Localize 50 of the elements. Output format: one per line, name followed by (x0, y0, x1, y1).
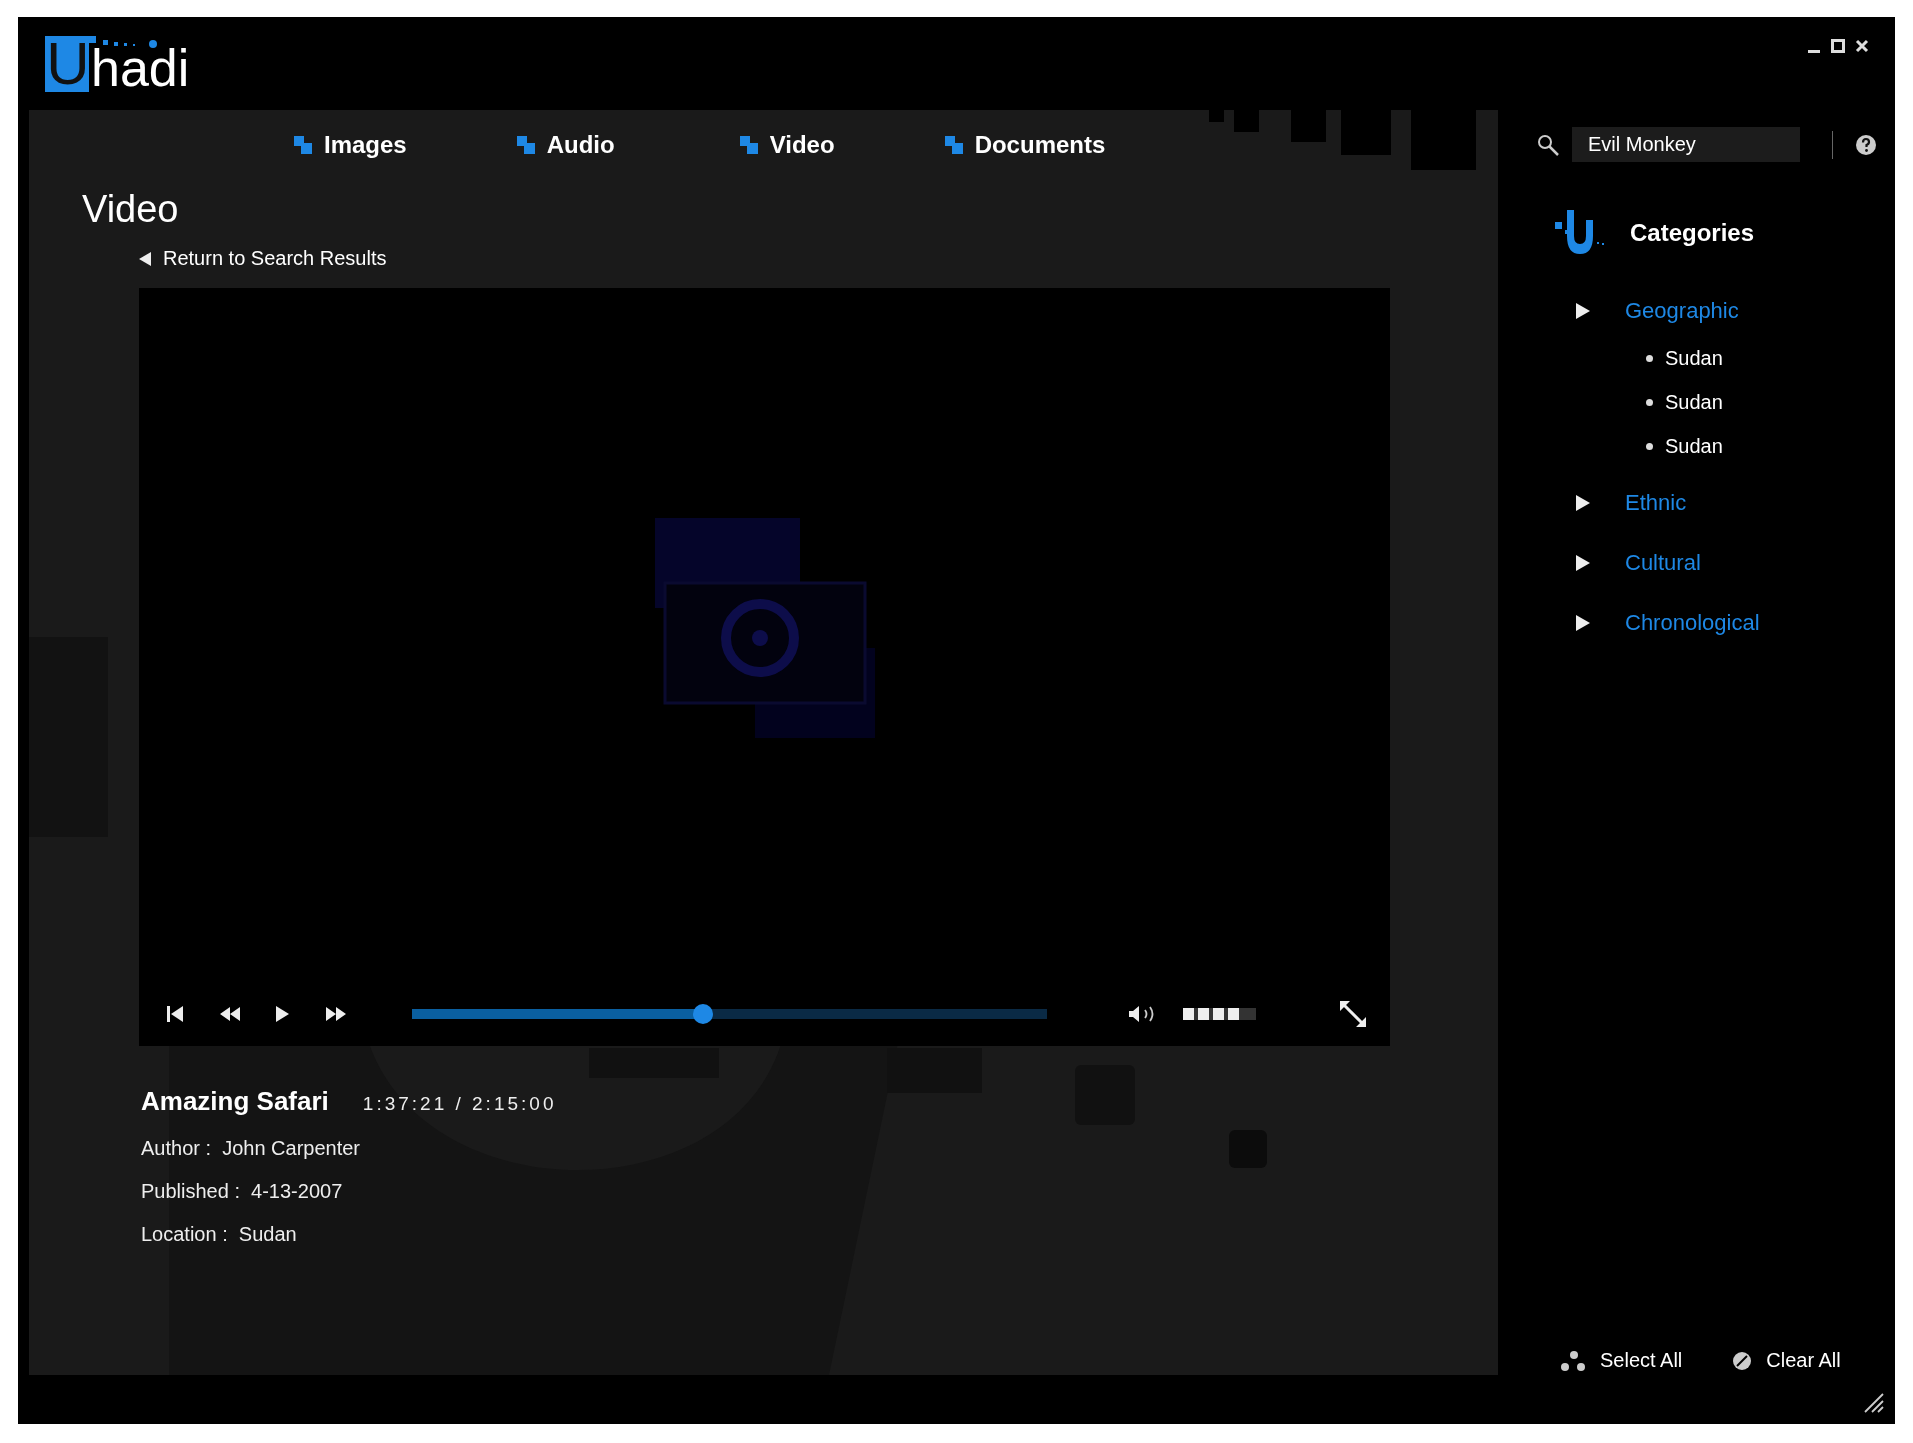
page-title: Video (82, 188, 180, 231)
dots-icon (1560, 1349, 1586, 1372)
bullet-icon (1646, 398, 1653, 406)
volume-track[interactable] (1183, 1008, 1256, 1020)
right-triangle-icon (1576, 555, 1590, 571)
metadata-text: Published : 4-13-2007 (141, 1180, 344, 1203)
squares-icon (516, 136, 535, 154)
subcategory-item[interactable]: Sudan (1646, 424, 1723, 468)
media-title: Amazing Safari (141, 1086, 329, 1117)
squares-icon (739, 136, 758, 154)
nav-tab[interactable]: Audio (516, 131, 615, 159)
category-item[interactable]: Ethnic (1576, 478, 1687, 528)
category-item[interactable]: Chronological (1576, 598, 1760, 648)
nav-tab[interactable]: Documents (944, 131, 1106, 159)
subcategory-item[interactable]: Sudan (1646, 380, 1723, 424)
nav-tab[interactable]: Video (739, 131, 835, 159)
fast-forward-icon[interactable] (324, 1004, 348, 1024)
subcategory-item[interactable]: Sudan (1646, 336, 1723, 380)
playback-time: 1:37:21 / 2:15:00 (362, 1093, 557, 1115)
logo-letter: U (45, 36, 89, 92)
search-field[interactable]: Evil Monkey (1572, 127, 1800, 162)
right-triangle-icon (1576, 615, 1590, 631)
rewind-icon[interactable] (218, 1004, 242, 1024)
category-item[interactable]: Cultural (1576, 538, 1701, 588)
bullet-icon (1646, 442, 1653, 450)
categories-heading: Categories (1630, 219, 1755, 247)
squares-icon (944, 136, 963, 154)
slashed-circle-icon (1732, 1350, 1753, 1371)
left-triangle-icon (139, 251, 151, 266)
squares-icon (294, 136, 312, 154)
maximize-icon[interactable] (1831, 39, 1845, 53)
clear-all-button[interactable]: Clear All (1732, 1349, 1841, 1372)
nav-tab[interactable]: Images (294, 131, 407, 159)
logo-text: hadi (91, 44, 190, 92)
right-triangle-icon (1576, 495, 1590, 511)
fullscreen-icon[interactable] (1338, 999, 1368, 1029)
close-icon[interactable] (1855, 39, 1869, 53)
right-triangle-icon (1576, 303, 1590, 319)
resize-grip-icon[interactable] (1863, 1392, 1885, 1414)
search-icon[interactable] (1536, 132, 1560, 157)
u-logo-icon (1555, 210, 1605, 256)
bullet-icon (1646, 354, 1653, 362)
help-icon[interactable] (1855, 133, 1877, 156)
select-all-button[interactable]: Select All (1560, 1349, 1683, 1372)
progress-thumb[interactable] (692, 1004, 713, 1024)
metadata-text: Author : John Carpenter (141, 1137, 361, 1160)
film-icon (654, 518, 875, 738)
back-link[interactable]: Return to Search Results (139, 247, 387, 270)
category-item[interactable]: Geographic (1576, 286, 1739, 336)
metadata-text: Location : Sudan (141, 1223, 298, 1246)
